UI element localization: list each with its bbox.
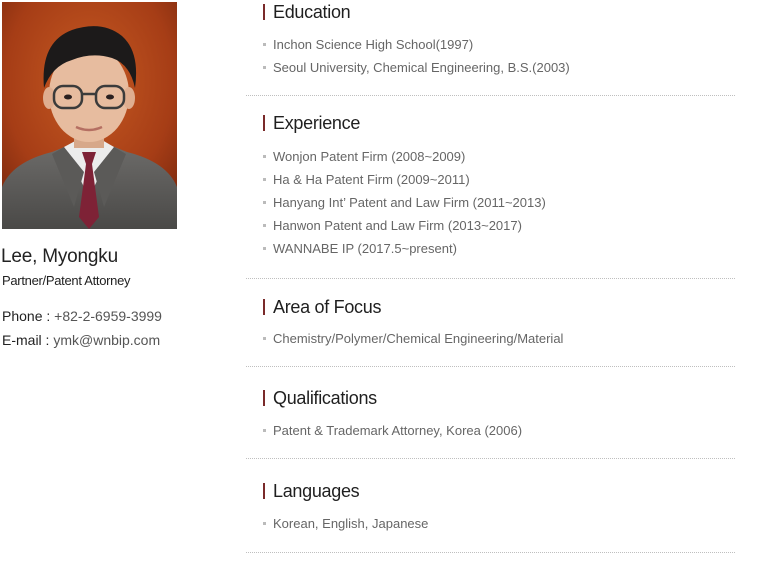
section-experience: Experience Wonjon Patent Firm (2008~2009… (246, 96, 735, 279)
list-item: Ha & Ha Patent Firm (2009~2011) (263, 168, 546, 191)
item-list: Inchon Science High School(1997) Seoul U… (263, 33, 570, 79)
list-item: Inchon Science High School(1997) (263, 33, 570, 56)
item-list: Wonjon Patent Firm (2008~2009) Ha & Ha P… (263, 145, 546, 260)
phone-contact: Phone : +82-2-6959-3999 (2, 308, 162, 324)
item-list: Chemistry/Polymer/Chemical Engineering/M… (263, 327, 563, 350)
person-portrait-icon (2, 2, 177, 229)
list-item: Chemistry/Polymer/Chemical Engineering/M… (263, 327, 563, 350)
list-item: Korean, English, Japanese (263, 512, 428, 535)
section-title: Education (263, 2, 351, 22)
phone-label: Phone : (2, 308, 55, 324)
item-list: Korean, English, Japanese (263, 512, 428, 535)
section-title: Qualifications (263, 388, 377, 408)
list-item: Patent & Trademark Attorney, Korea (2006… (263, 419, 522, 442)
person-role: Partner/Patent Attorney (2, 273, 131, 288)
person-name: Lee, Myongku (1, 246, 118, 267)
list-item: Seoul University, Chemical Engineering, … (263, 56, 570, 79)
section-education: Education Inchon Science High School(199… (246, 0, 735, 96)
section-area-of-focus: Area of Focus Chemistry/Polymer/Chemical… (246, 279, 735, 367)
section-languages: Languages Korean, English, Japanese (246, 459, 735, 553)
email-contact: E-mail : ymk@wnbip.com (2, 332, 160, 348)
email-value: ymk@wnbip.com (53, 332, 161, 348)
list-item: WANNABE IP (2017.5~present) (263, 237, 546, 260)
email-label: E-mail : (2, 332, 54, 348)
section-qualifications: Qualifications Patent & Trademark Attorn… (246, 367, 735, 459)
list-item: Wonjon Patent Firm (2008~2009) (263, 145, 546, 168)
phone-value: +82-2-6959-3999 (54, 308, 162, 324)
section-title: Languages (263, 481, 360, 501)
section-title: Experience (263, 113, 360, 133)
section-title: Area of Focus (263, 297, 381, 317)
list-item: Hanwon Patent and Law Firm (2013~2017) (263, 214, 546, 237)
item-list: Patent & Trademark Attorney, Korea (2006… (263, 419, 522, 442)
list-item: Hanyang Int’ Patent and Law Firm (2011~2… (263, 191, 546, 214)
